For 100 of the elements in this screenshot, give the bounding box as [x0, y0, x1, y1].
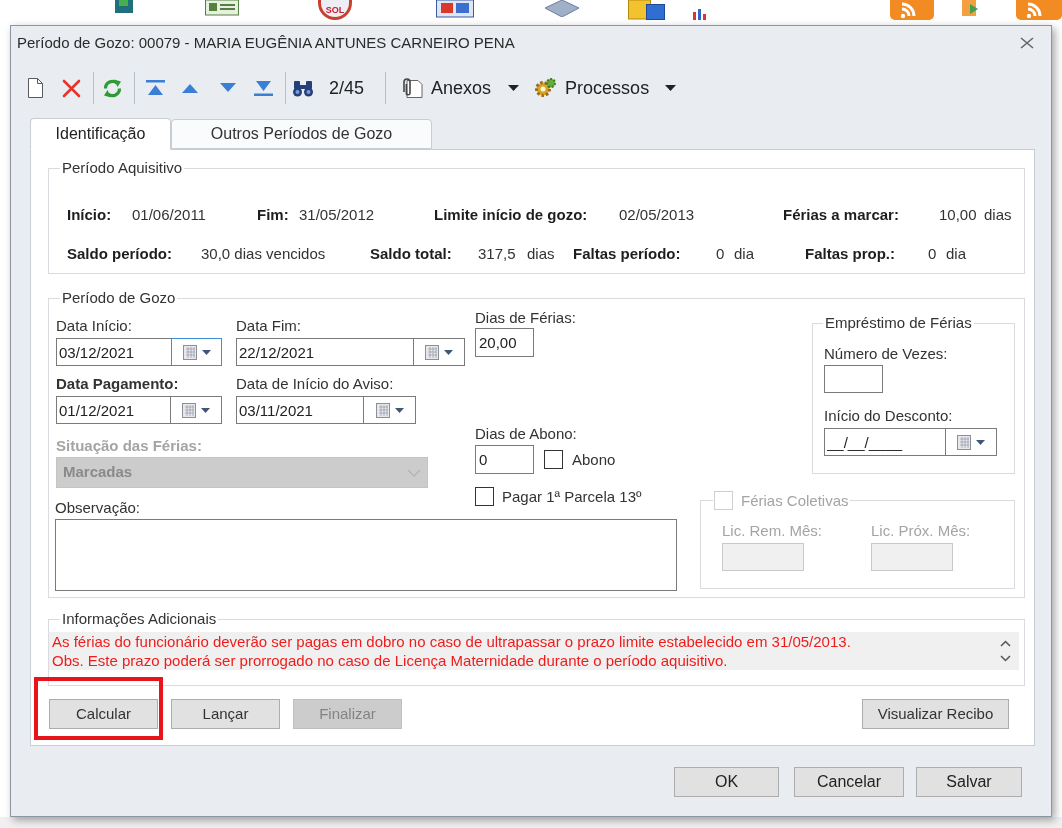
info-unit: dias [527, 245, 555, 262]
menu-button[interactable]: Anexos [399, 73, 520, 103]
text-field[interactable]: 0 [475, 445, 534, 474]
info-value: 317,5 [478, 245, 516, 262]
chart-icon[interactable] [692, 7, 708, 20]
field-label: Dias de Férias: [475, 309, 576, 327]
text-field[interactable] [824, 365, 883, 393]
info-label: Férias a marcar: [783, 206, 899, 223]
gears-icon [533, 77, 558, 99]
info-value: 01/06/2011 [132, 206, 206, 223]
field-label: Data Pagamento: [56, 375, 179, 393]
field-label: Data de Início do Aviso: [236, 375, 394, 393]
window-title: Período de Gozo: 00079 - MARIA EUGÊNIA ANTUNES CARNEIRO PENA [17, 33, 515, 52]
binoculars-icon[interactable] [292, 78, 314, 98]
save-button[interactable]: Salvar [916, 767, 1022, 797]
info-label: Limite início de gozo: [434, 206, 588, 223]
field-label: Número de Vezes: [824, 345, 948, 363]
field-label: Dias de Abono: [475, 425, 577, 443]
group-title: Informações Adicionais [61, 610, 218, 628]
info-label: Fim: [257, 206, 289, 223]
checkbox[interactable] [475, 487, 494, 506]
post-button[interactable]: Lançar [171, 699, 280, 729]
date-picker-button[interactable] [171, 396, 222, 424]
diamond-icon[interactable] [544, 0, 580, 17]
info-value: 0 [928, 245, 937, 262]
checkbox-label[interactable]: Pagar 1ª Parcela 13º [502, 487, 642, 506]
info-value: 10,00 [939, 206, 977, 223]
new-document-icon[interactable] [26, 78, 44, 98]
cancel-button[interactable]: Cancelar [794, 767, 904, 797]
rss-icon[interactable] [1016, 0, 1062, 20]
field-label: Lic. Rem. Mês: [722, 522, 823, 540]
info-value: 0 [716, 245, 725, 262]
calculate-button[interactable]: Calcular [49, 699, 158, 729]
text-field[interactable]: 20,00 [475, 328, 534, 357]
date-input[interactable]: __/__/____ [824, 428, 946, 456]
window-icon[interactable] [436, 0, 474, 18]
info-unit: dia [734, 245, 755, 262]
caret-icon [976, 439, 985, 445]
triangle-up-icon[interactable] [181, 83, 199, 93]
logo-badge[interactable]: SOL [318, 0, 352, 20]
field-label: Início do Desconto: [824, 407, 953, 425]
checkbox-label[interactable]: Abono [572, 450, 616, 469]
caret-icon [394, 407, 404, 413]
calendar-icon [425, 344, 440, 360]
record-counter: 2/45 [329, 77, 365, 99]
field-label: Lic. Próx. Mês: [871, 522, 971, 540]
tab[interactable]: Identificação [30, 118, 171, 150]
date-picker-button[interactable] [171, 338, 222, 366]
dropdown: Marcadas [56, 457, 428, 488]
document-icon[interactable] [113, 0, 135, 14]
info-label: Saldo período: [67, 245, 172, 262]
delete-icon[interactable] [62, 78, 81, 98]
group-title: Período de Gozo [61, 289, 177, 307]
chevron-down-icon [407, 468, 421, 477]
field-label: Data Fim: [236, 317, 301, 335]
bar-triangle-up-icon[interactable] [145, 80, 166, 96]
date-input[interactable]: 01/12/2021 [56, 396, 171, 424]
info-label: Início: [67, 206, 112, 223]
date-input[interactable]: 03/11/2021 [236, 396, 364, 424]
form-icon[interactable] [205, 0, 239, 16]
date-input[interactable]: 22/12/2021 [236, 338, 414, 366]
calendar-icon [182, 402, 197, 418]
info-value: 31/05/2012 [299, 206, 375, 223]
calendar-icon [957, 434, 972, 450]
view-receipt-button[interactable]: Visualizar Recibo [862, 699, 1009, 729]
message-text: Obs. Este prazo poderá ser prorrogado no caso de Licença Maternidade durante o período aquisitivo. [52, 651, 728, 670]
menu-button[interactable]: Processos [533, 73, 677, 103]
date-picker-button[interactable] [414, 338, 465, 366]
date-picker-button[interactable] [364, 396, 416, 424]
caret-icon [201, 407, 210, 413]
caret-icon [201, 349, 211, 355]
finalize-button: Finalizar [293, 699, 402, 729]
field-label: Observação: [55, 499, 141, 517]
bar-triangle-down-icon[interactable] [253, 80, 274, 96]
date-input[interactable]: 03/12/2021 [56, 338, 171, 366]
tab[interactable]: Outros Períodos de Gozo [171, 119, 432, 149]
calendar-icon [182, 344, 198, 360]
caret-icon [665, 85, 677, 91]
group-title: Empréstimo de Férias [824, 314, 973, 332]
refresh-icon[interactable] [102, 77, 123, 99]
scroll-up-icon[interactable] [1000, 640, 1011, 647]
message-text: As férias do funcionário deverão ser pagas em dobro no caso de ultrapassar o prazo limite estabelecido em 31/05/2013. [52, 632, 851, 651]
info-value: 30,0 dias vencidos [201, 245, 326, 262]
text-area[interactable] [55, 519, 677, 591]
info-unit: dias [984, 206, 1012, 223]
info-label: Faltas prop.: [805, 245, 895, 262]
info-label: Saldo total: [370, 245, 452, 262]
ok-button[interactable]: OK [674, 767, 779, 797]
info-unit: dia [946, 245, 967, 262]
field-label: Data Início: [56, 317, 132, 335]
calendar-icon [375, 402, 391, 418]
date-picker-button[interactable] [946, 428, 997, 456]
scroll-down-icon[interactable] [1000, 655, 1011, 662]
triangle-down-icon[interactable] [219, 83, 237, 93]
info-value: 02/05/2013 [619, 206, 695, 223]
boxes-icon[interactable] [628, 0, 666, 20]
group-title: Período Aquisitivo [61, 159, 184, 177]
checkbox[interactable] [544, 450, 563, 469]
rss-icon[interactable] [890, 0, 934, 20]
close-icon[interactable] [1020, 36, 1034, 49]
